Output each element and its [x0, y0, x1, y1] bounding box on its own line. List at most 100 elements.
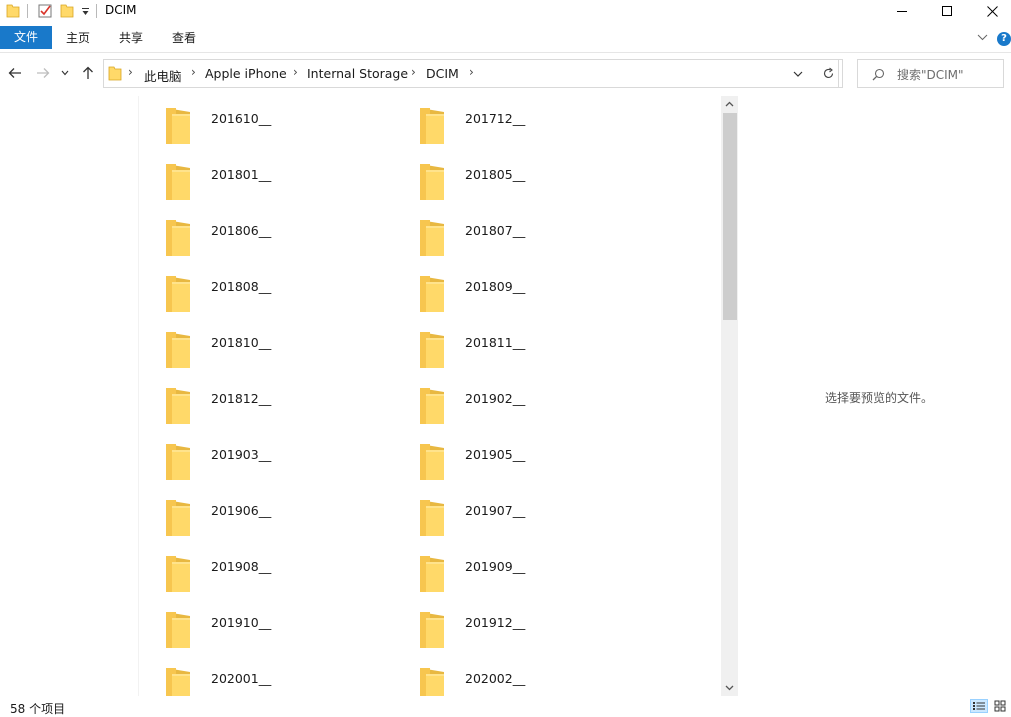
up-button[interactable] — [79, 63, 97, 83]
search-input[interactable]: 搜索"DCIM" — [897, 66, 964, 83]
folder-item[interactable]: 201903__ — [140, 432, 380, 482]
folder-name: 201907__ — [465, 503, 526, 518]
close-button[interactable] — [969, 0, 1011, 22]
folder-name: 201805__ — [465, 167, 526, 182]
chevron-right-icon[interactable]: › — [128, 65, 133, 79]
breadcrumb-dcim[interactable]: DCIM — [426, 66, 459, 81]
expand-ribbon-icon[interactable] — [977, 34, 988, 41]
item-count: 58 个项目 — [10, 702, 66, 716]
scroll-up-button[interactable] — [721, 96, 738, 112]
search-box[interactable]: 搜索"DCIM" — [857, 59, 1004, 88]
breadcrumb-apple-iphone[interactable]: Apple iPhone — [205, 66, 287, 81]
folder-icon — [6, 4, 20, 18]
folder-icon — [420, 108, 444, 144]
folder-name: 201906__ — [211, 503, 272, 518]
maximize-button[interactable] — [924, 0, 970, 22]
customize-quick-access-icon[interactable] — [81, 7, 90, 16]
forward-button[interactable] — [34, 63, 52, 83]
folder-item[interactable]: 201809__ — [394, 264, 634, 314]
folder-name: 201712__ — [465, 111, 526, 126]
refresh-button[interactable] — [815, 59, 843, 88]
folder-item[interactable]: 201912__ — [394, 600, 634, 650]
address-dropdown-icon[interactable] — [793, 71, 803, 78]
chevron-down-icon — [61, 70, 69, 76]
folder-name: 201909__ — [465, 559, 526, 574]
folder-item[interactable]: 201806__ — [140, 208, 380, 258]
folder-name: 201902__ — [465, 391, 526, 406]
folder-icon — [166, 332, 190, 368]
folder-name: 201811__ — [465, 335, 526, 350]
folder-item[interactable]: 202002__ — [394, 656, 634, 696]
minimize-button[interactable] — [879, 0, 925, 22]
properties-icon[interactable] — [38, 3, 52, 18]
tab-view[interactable]: 查看 — [160, 27, 208, 49]
preview-pane-message: 选择要预览的文件。 — [825, 391, 934, 405]
folder-icon — [420, 444, 444, 480]
folder-icon — [420, 332, 444, 368]
folder-item[interactable]: 201908__ — [140, 544, 380, 594]
folder-icon — [166, 556, 190, 592]
help-icon[interactable]: ? — [997, 32, 1011, 46]
tab-home[interactable]: 主页 — [54, 27, 102, 49]
back-arrow-icon — [8, 68, 21, 78]
folder-name: 201808__ — [211, 279, 272, 294]
folder-name: 201807__ — [465, 223, 526, 238]
folder-name: 201908__ — [211, 559, 272, 574]
folder-icon — [166, 388, 190, 424]
tab-share[interactable]: 共享 — [107, 27, 155, 49]
folder-name: 201812__ — [211, 391, 272, 406]
maximize-icon — [942, 6, 952, 16]
up-arrow-icon — [83, 66, 93, 79]
back-button[interactable] — [6, 63, 24, 83]
folder-icon — [420, 668, 444, 696]
navigation-pane-divider[interactable] — [138, 96, 139, 696]
folder-name: 201910__ — [211, 615, 272, 630]
tab-file[interactable]: 文件 — [0, 26, 52, 49]
search-icon — [872, 68, 885, 81]
chevron-right-icon[interactable]: › — [191, 65, 196, 79]
chevron-up-icon — [725, 101, 734, 107]
folder-item[interactable]: 201712__ — [394, 96, 634, 146]
chevron-right-icon[interactable]: › — [293, 65, 298, 79]
details-view-button[interactable] — [970, 699, 988, 713]
chevron-right-icon[interactable]: › — [469, 65, 474, 79]
folder-item[interactable]: 201807__ — [394, 208, 634, 258]
scroll-down-button[interactable] — [721, 680, 738, 696]
folder-item[interactable]: 201905__ — [394, 432, 634, 482]
folder-item[interactable]: 201907__ — [394, 488, 634, 538]
forward-arrow-icon — [37, 68, 50, 78]
folder-name: 201903__ — [211, 447, 272, 462]
breadcrumb-internal-storage[interactable]: Internal Storage — [307, 66, 408, 81]
chevron-right-icon[interactable]: › — [411, 65, 416, 79]
large-icons-view-icon — [994, 700, 1006, 712]
folder-item[interactable]: 201902__ — [394, 376, 634, 426]
folder-item[interactable]: 201812__ — [140, 376, 380, 426]
folder-item[interactable]: 202001__ — [140, 656, 380, 696]
folder-item[interactable]: 201811__ — [394, 320, 634, 370]
folder-icon — [166, 220, 190, 256]
folder-item[interactable]: 201910__ — [140, 600, 380, 650]
folder-icon — [420, 388, 444, 424]
vertical-scrollbar[interactable] — [721, 96, 738, 696]
folder-item[interactable]: 201801__ — [140, 152, 380, 202]
scroll-thumb[interactable] — [723, 113, 737, 320]
folder-item[interactable]: 201610__ — [140, 96, 380, 146]
folder-item[interactable]: 201906__ — [140, 488, 380, 538]
folder-icon — [166, 444, 190, 480]
folder-icon — [420, 500, 444, 536]
folder-name: 201610__ — [211, 111, 272, 126]
folder-item[interactable]: 201808__ — [140, 264, 380, 314]
folder-item[interactable]: 201810__ — [140, 320, 380, 370]
window-title: DCIM — [105, 3, 137, 17]
folder-icon — [166, 276, 190, 312]
large-icons-view-button[interactable] — [991, 699, 1009, 713]
folder-icon — [166, 500, 190, 536]
breadcrumb-this-pc[interactable]: 此电脑 — [144, 66, 182, 85]
address-bar[interactable]: › 此电脑 › Apple iPhone › Internal Storage … — [103, 59, 839, 88]
folder-item[interactable]: 201909__ — [394, 544, 634, 594]
folder-item[interactable]: 201805__ — [394, 152, 634, 202]
chevron-down-icon — [725, 685, 734, 691]
recent-locations-button[interactable] — [59, 63, 71, 83]
new-folder-icon[interactable] — [60, 3, 74, 18]
folder-icon — [420, 556, 444, 592]
